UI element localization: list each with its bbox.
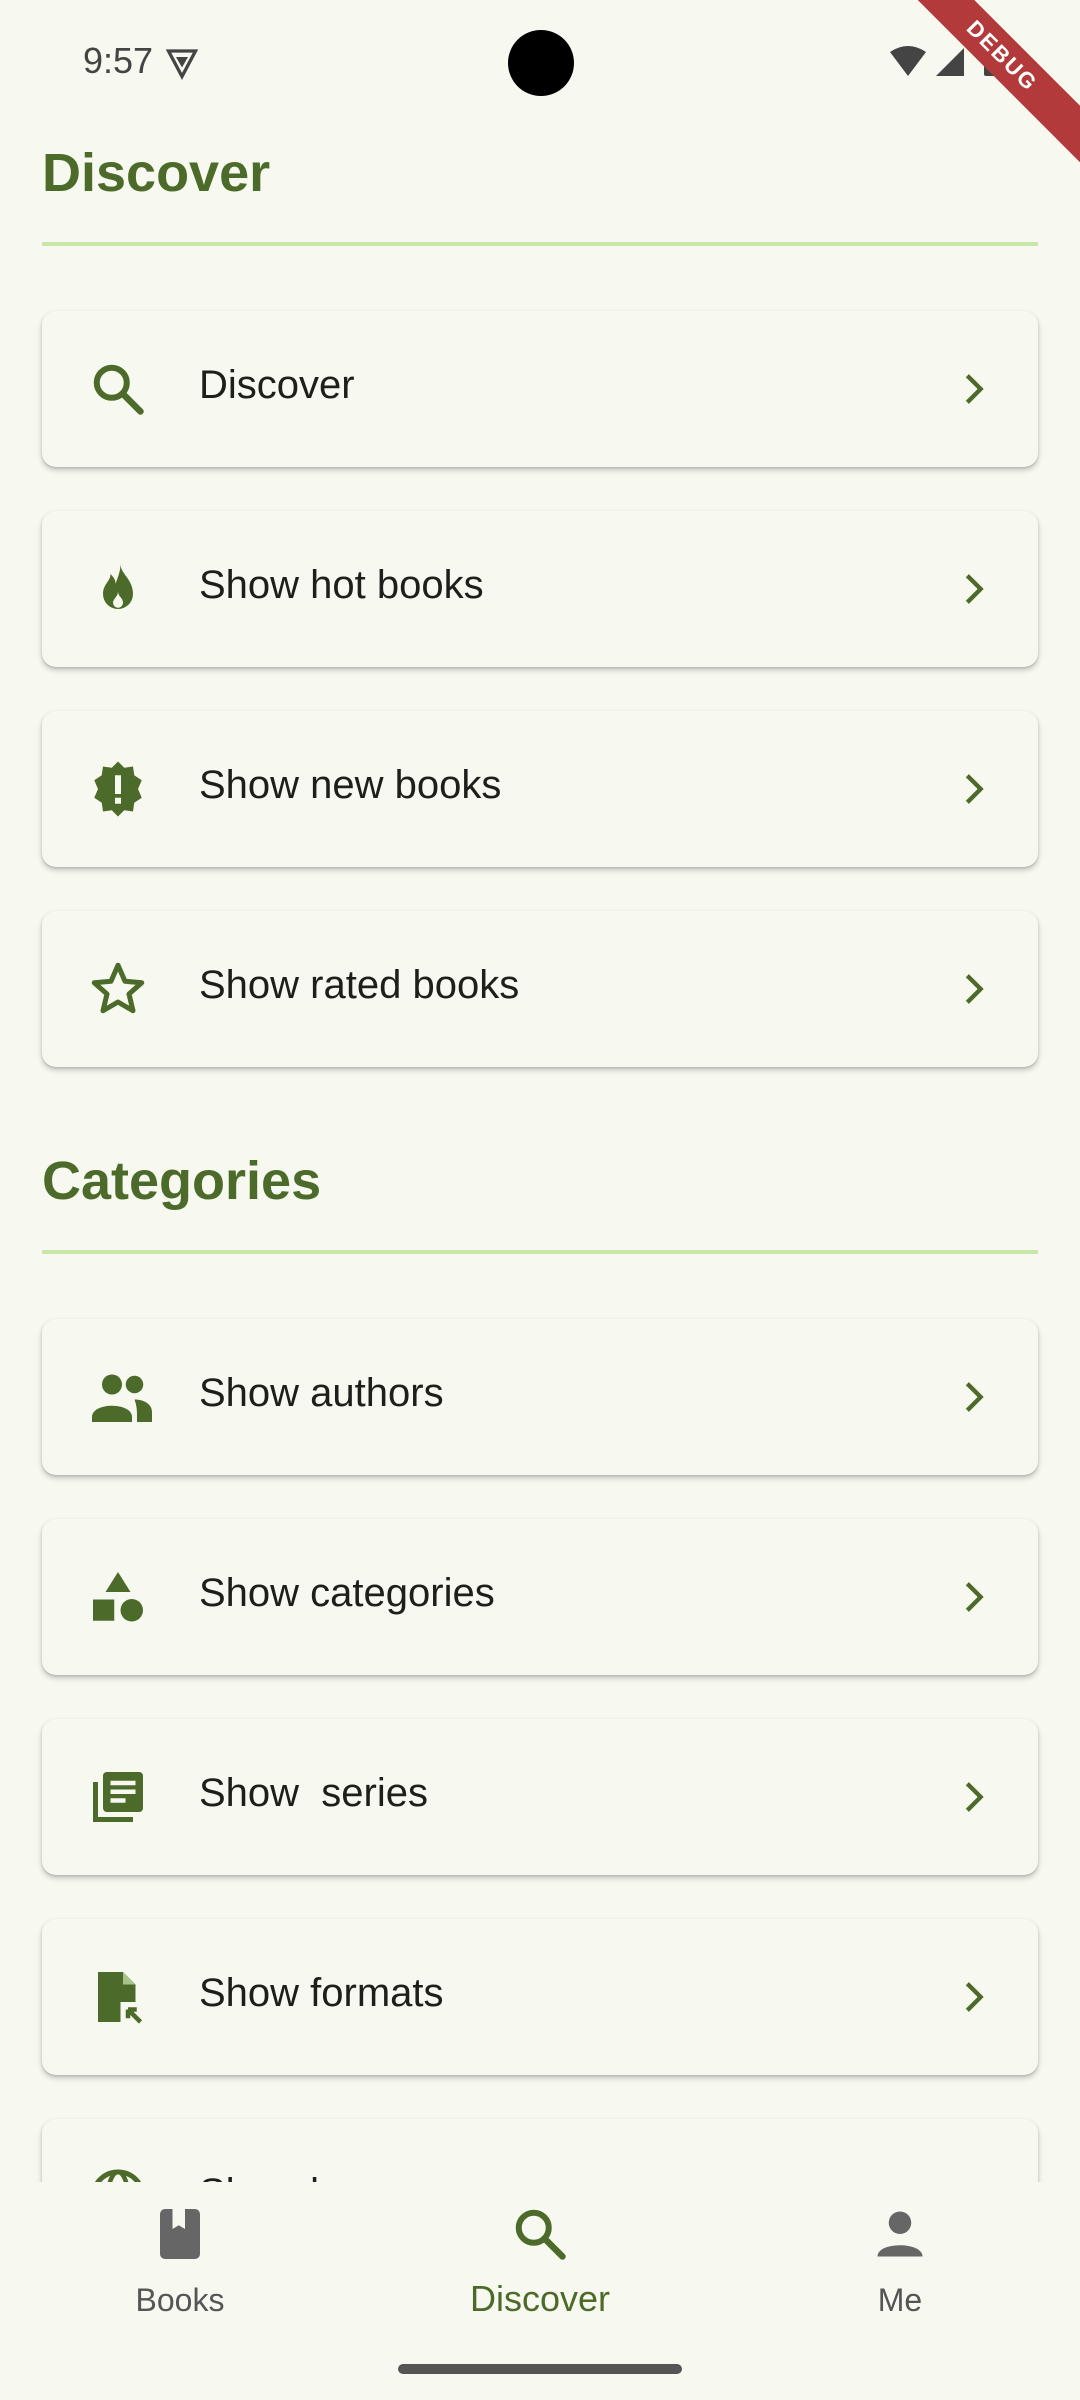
file-icon [88, 1967, 148, 2027]
chevron-right-icon [954, 767, 994, 811]
section-title-categories: Categories [42, 1151, 322, 1211]
chevron-right-icon [954, 967, 994, 1011]
menu-item-label: Show new books [199, 763, 502, 807]
menu-item-rated-books[interactable]: Show rated books [42, 911, 1038, 1067]
menu-item-label: Discover [199, 363, 355, 407]
menu-item-label: Show categories [199, 1571, 495, 1615]
menu-item-formats[interactable]: Show formats [42, 1919, 1038, 2075]
star-icon [88, 959, 148, 1019]
section-divider [42, 1250, 1038, 1254]
section-title-discover: Discover [42, 143, 271, 203]
home-indicator[interactable] [398, 2364, 682, 2374]
book-icon [150, 2204, 210, 2264]
signal-icon [936, 48, 964, 76]
chevron-right-icon [954, 1775, 994, 1819]
search-icon [88, 359, 148, 419]
nav-label: Discover [469, 2278, 611, 2319]
menu-item-languages[interactable]: Show languages [42, 2119, 1038, 2182]
menu-item-new-books[interactable]: Show new books [42, 711, 1038, 867]
nav-item-me[interactable]: Me [720, 2182, 1080, 2372]
chevron-right-icon [954, 1975, 994, 2019]
status-time: 9:57 [83, 40, 154, 81]
menu-item-label: Show rated books [199, 963, 520, 1007]
person-icon [870, 2204, 930, 2264]
wifi-icon [890, 46, 926, 76]
nav-item-books[interactable]: Books [0, 2182, 360, 2372]
menu-item-label: Show formats [199, 1971, 444, 2015]
chevron-right-icon [954, 2175, 994, 2182]
new-badge-icon [88, 759, 148, 819]
camera-cutout [508, 30, 574, 96]
menu-item-authors[interactable]: Show authors [42, 1319, 1038, 1475]
menu-item-hot-books[interactable]: Show hot books [42, 511, 1038, 667]
menu-item-series[interactable]: Show series [42, 1719, 1038, 1875]
menu-item-categories[interactable]: Show categories [42, 1519, 1038, 1675]
section-divider [42, 242, 1038, 246]
menu-item-label: Show languages [199, 2171, 495, 2182]
menu-item-label: Show authors [199, 1371, 444, 1415]
chevron-right-icon [954, 1375, 994, 1419]
library-books-icon [88, 1767, 148, 1827]
main-content[interactable]: Discover Discover Show hot books Show ne… [0, 130, 1080, 2182]
search-icon [510, 2204, 570, 2264]
nav-item-discover[interactable]: Discover [360, 2182, 720, 2372]
nav-label: Me [877, 2282, 923, 2318]
menu-item-label: Show hot books [199, 563, 484, 607]
chevron-right-icon [954, 567, 994, 611]
shapes-icon [88, 1567, 148, 1627]
fire-icon [88, 559, 148, 619]
menu-item-label: Show series [199, 1771, 428, 1815]
chevron-right-icon [954, 367, 994, 411]
menu-item-discover[interactable]: Discover [42, 311, 1038, 467]
chevron-right-icon [954, 1575, 994, 1619]
status-bar: 9:57 DEBUG [0, 0, 1080, 177]
globe-icon [88, 2167, 148, 2182]
people-icon [88, 1367, 152, 1427]
nav-label: Books [135, 2282, 225, 2318]
vpn-icon [164, 45, 200, 86]
